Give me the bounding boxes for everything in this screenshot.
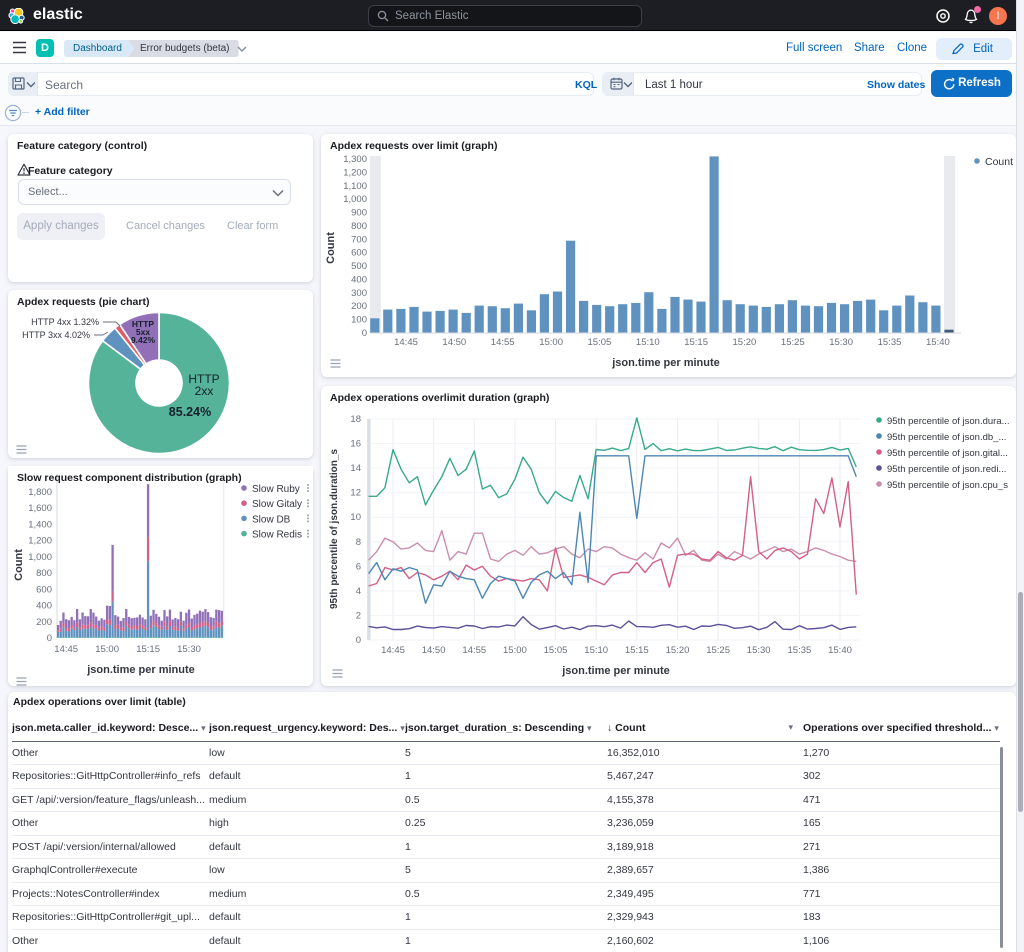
svg-text:2: 2 (356, 610, 361, 621)
svg-text:400: 400 (36, 601, 52, 612)
svg-text:6: 6 (356, 561, 361, 572)
svg-text:15:30: 15:30 (829, 337, 853, 348)
svg-text:15:35: 15:35 (878, 337, 902, 348)
svg-text:85.24%: 85.24% (169, 405, 211, 419)
svg-text:300: 300 (351, 288, 367, 299)
svg-text:200: 200 (351, 301, 367, 312)
svg-text:500: 500 (351, 261, 367, 272)
svg-text:95th percentile of json.redi..: 95th percentile of json.redi... (887, 464, 1006, 475)
svg-text:HTTP 3xx 4.02%: HTTP 3xx 4.02% (22, 330, 90, 340)
svg-text:14:45: 14:45 (381, 645, 405, 656)
svg-text:1,000: 1,000 (343, 194, 367, 205)
svg-text:16: 16 (350, 439, 361, 450)
svg-text:15:20: 15:20 (666, 645, 690, 656)
svg-text:0: 0 (356, 635, 361, 646)
svg-text:14:45: 14:45 (54, 644, 78, 655)
svg-text:1,600: 1,600 (28, 503, 52, 514)
svg-text:14:50: 14:50 (422, 645, 446, 656)
svg-text:400: 400 (351, 275, 367, 286)
svg-text:8: 8 (356, 537, 361, 548)
svg-text:json.time per minute: json.time per minute (561, 665, 670, 677)
svg-text:600: 600 (36, 584, 52, 595)
svg-text:Count: Count (13, 549, 25, 581)
svg-text:4: 4 (356, 586, 361, 597)
svg-text:15:00: 15:00 (539, 337, 563, 348)
svg-text:14:50: 14:50 (442, 337, 466, 348)
svg-text:15:40: 15:40 (926, 337, 950, 348)
svg-text:1,200: 1,200 (343, 167, 367, 178)
svg-text:12: 12 (350, 488, 361, 499)
svg-text:Slow Redis: Slow Redis (252, 530, 302, 541)
svg-text:15:15: 15:15 (684, 337, 708, 348)
svg-text:1,400: 1,400 (28, 519, 52, 530)
svg-text:2xx: 2xx (195, 384, 214, 398)
svg-text:800: 800 (36, 568, 52, 579)
svg-text:1,200: 1,200 (28, 536, 52, 547)
svg-text:15:20: 15:20 (733, 337, 757, 348)
svg-text:95th percentile of json.cpu_s: 95th percentile of json.cpu_s (887, 480, 1008, 491)
svg-text:15:30: 15:30 (177, 644, 201, 655)
svg-text:700: 700 (351, 234, 367, 245)
svg-text:15:15: 15:15 (136, 644, 160, 655)
svg-text:15:10: 15:10 (584, 645, 608, 656)
svg-text:95th percentile of json.db_...: 95th percentile of json.db_... (887, 432, 1006, 443)
svg-text:600: 600 (351, 248, 367, 259)
svg-text:15:40: 15:40 (828, 645, 852, 656)
svg-text:Slow DB: Slow DB (252, 514, 291, 525)
svg-text:15:10: 15:10 (636, 337, 660, 348)
svg-text:9.42%: 9.42% (131, 335, 156, 345)
svg-text:14: 14 (350, 463, 361, 474)
svg-text:15:25: 15:25 (706, 645, 730, 656)
svg-text:json.time per minute: json.time per minute (86, 664, 195, 676)
svg-text:Slow Gitaly: Slow Gitaly (252, 499, 302, 510)
svg-text:15:00: 15:00 (503, 645, 527, 656)
svg-text:95th percentile of json.durati: 95th percentile of json.duration_s (329, 449, 340, 609)
svg-text:Count: Count (985, 156, 1013, 168)
svg-text:0: 0 (47, 633, 52, 644)
svg-text:15:00: 15:00 (95, 644, 119, 655)
svg-text:HTTP 4xx 1.32%: HTTP 4xx 1.32% (31, 317, 99, 327)
svg-text:15:35: 15:35 (788, 645, 812, 656)
svg-text:100: 100 (351, 315, 367, 326)
svg-text:15:05: 15:05 (544, 645, 568, 656)
svg-text:95th percentile of json.dura..: 95th percentile of json.dura... (887, 416, 1010, 427)
svg-text:900: 900 (351, 208, 367, 219)
svg-text:14:55: 14:55 (491, 337, 515, 348)
svg-text:14:45: 14:45 (394, 337, 418, 348)
svg-text:1,300: 1,300 (343, 154, 367, 165)
svg-text:95th percentile of json.gital.: 95th percentile of json.gital... (887, 448, 1008, 459)
svg-text:15:25: 15:25 (781, 337, 805, 348)
svg-text:0: 0 (362, 328, 367, 339)
svg-text:15:15: 15:15 (625, 645, 649, 656)
svg-text:1,000: 1,000 (28, 552, 52, 563)
svg-text:json.time per minute: json.time per minute (611, 357, 720, 369)
svg-text:200: 200 (36, 617, 52, 628)
svg-text:14:55: 14:55 (462, 645, 486, 656)
svg-text:800: 800 (351, 221, 367, 232)
svg-text:1,100: 1,100 (343, 181, 367, 192)
svg-text:18: 18 (350, 414, 361, 425)
svg-text:15:30: 15:30 (747, 645, 771, 656)
svg-text:10: 10 (350, 512, 361, 523)
svg-text:Slow Ruby: Slow Ruby (252, 484, 300, 495)
svg-text:1,800: 1,800 (28, 487, 52, 498)
svg-text:Count: Count (325, 232, 337, 264)
svg-text:15:05: 15:05 (588, 337, 612, 348)
